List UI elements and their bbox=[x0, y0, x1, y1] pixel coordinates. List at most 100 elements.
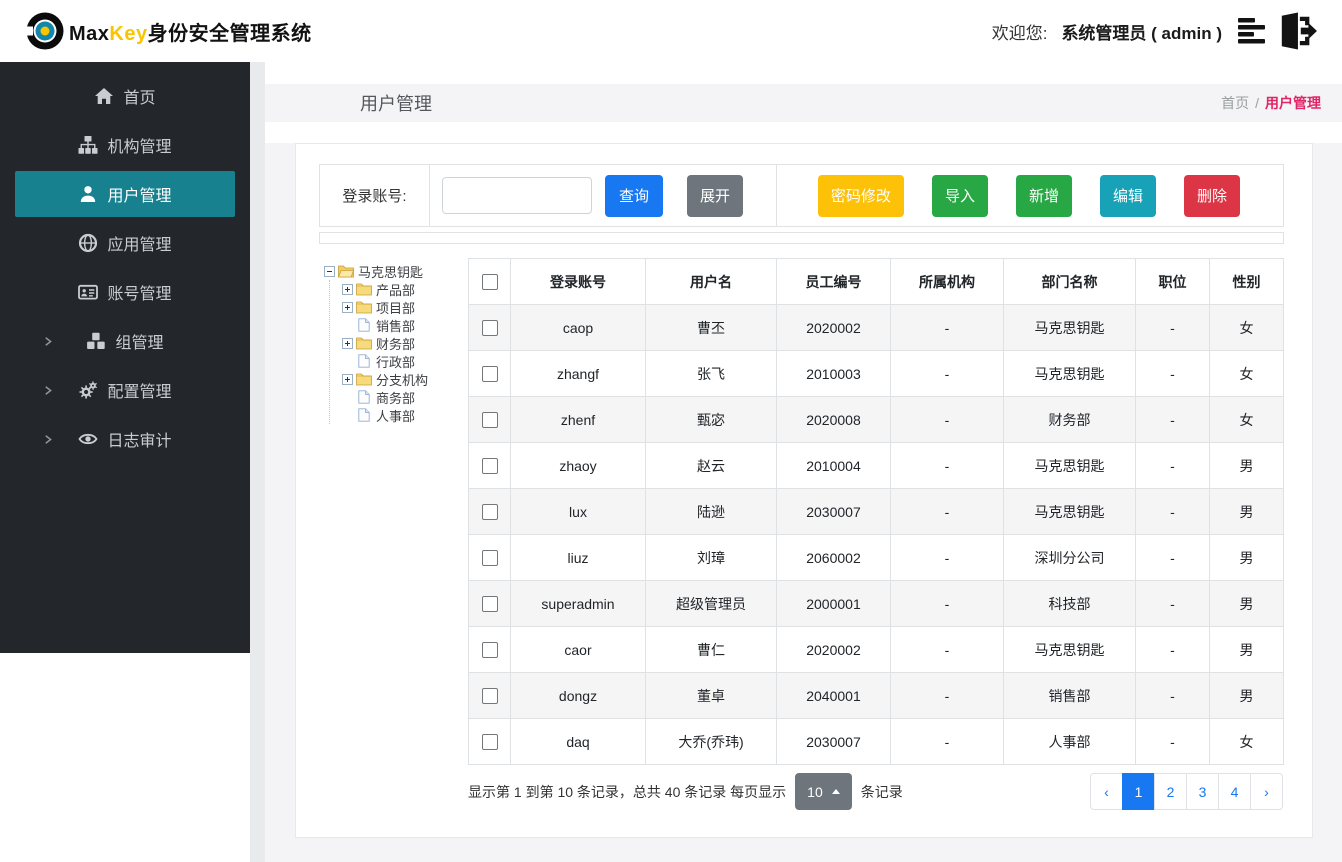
card-body: 马克思钥匙 产品部 项目部 销售部 财务部 行政部 分支机构 商务部 人事部 登录账号 用户名 员工… bbox=[319, 258, 1284, 810]
breadcrumb-current: 用户管理 bbox=[1265, 95, 1321, 111]
query-button[interactable]: 查询 bbox=[605, 174, 663, 217]
page-title-bar: 用户管理 首页 / 用户管理 bbox=[265, 84, 1342, 122]
table-cell: 陆逊 bbox=[645, 488, 777, 535]
tree-node[interactable]: 商务部 bbox=[342, 388, 468, 406]
logout-icon[interactable] bbox=[1276, 12, 1318, 50]
tree-expander-minus-icon[interactable] bbox=[324, 265, 335, 277]
page-button-3[interactable]: 3 bbox=[1186, 773, 1219, 810]
next-page-button[interactable]: › bbox=[1250, 773, 1283, 810]
tree-node[interactable]: 项目部 bbox=[342, 298, 468, 316]
table-row: zhaoy 赵云 2010004- 马克思钥匙 - 男 bbox=[468, 442, 1284, 489]
select-all-checkbox[interactable] bbox=[481, 274, 498, 291]
row-checkbox[interactable] bbox=[481, 320, 498, 337]
table-cell: 男 bbox=[1209, 672, 1284, 719]
table-cell: 甄宓 bbox=[645, 396, 777, 443]
content-gutter bbox=[250, 62, 265, 862]
breadcrumb-separator: / bbox=[1255, 95, 1259, 111]
globe-icon bbox=[78, 233, 98, 253]
import-button[interactable]: 导入 bbox=[931, 174, 988, 217]
sidebar-item-label: 首页 bbox=[123, 90, 156, 107]
tree-expander-plus-icon[interactable] bbox=[342, 301, 353, 313]
table-cell: 销售部 bbox=[1003, 672, 1136, 719]
tree-expander-plus-icon[interactable] bbox=[342, 373, 353, 385]
delete-button[interactable]: 删除 bbox=[1183, 174, 1240, 217]
row-checkbox[interactable] bbox=[481, 412, 498, 429]
sidebar-item-org[interactable]: 机构管理 bbox=[15, 122, 235, 168]
tree-node[interactable]: 财务部 bbox=[342, 334, 468, 352]
table-cell: - bbox=[890, 304, 1004, 351]
tree-node-label: 马克思钥匙 bbox=[358, 264, 424, 280]
row-checkbox[interactable] bbox=[481, 366, 498, 383]
collapsed-filter-strip bbox=[319, 232, 1284, 244]
table-cell: caop bbox=[510, 304, 646, 351]
tree-expander-plus-icon[interactable] bbox=[342, 283, 353, 295]
table-cell: 董卓 bbox=[645, 672, 777, 719]
sidebar-item-user[interactable]: 用户管理 bbox=[15, 171, 235, 217]
sidebar-item-app[interactable]: 应用管理 bbox=[15, 220, 235, 266]
pagination-summary-prefix: 显示第 1 到第 10 条记录，总共 40 条记录 每页显示 bbox=[468, 783, 787, 800]
sidebar-item-audit[interactable]: 日志审计 bbox=[15, 416, 235, 462]
row-select-cell bbox=[468, 580, 511, 627]
page-button-1[interactable]: 1 bbox=[1122, 773, 1155, 810]
expand-button[interactable]: 展开 bbox=[687, 174, 744, 217]
tree-node[interactable]: 行政部 bbox=[342, 352, 468, 370]
caret-up-icon bbox=[831, 789, 840, 794]
top-header: MaxKey身份安全管理系统 欢迎您: 系统管理员 ( admin ) bbox=[0, 0, 1342, 62]
table-cell: 刘璋 bbox=[645, 534, 777, 581]
tree-node-label: 行政部 bbox=[376, 354, 416, 370]
table-cell: 男 bbox=[1209, 488, 1284, 535]
tree-node[interactable]: 销售部 bbox=[342, 316, 468, 334]
row-checkbox[interactable] bbox=[481, 688, 498, 705]
row-select-cell bbox=[468, 718, 511, 765]
tree-node[interactable]: 人事部 bbox=[342, 406, 468, 424]
sidebar-item-config[interactable]: 配置管理 bbox=[15, 367, 235, 413]
search-input[interactable] bbox=[442, 177, 592, 214]
row-select-cell bbox=[468, 396, 511, 443]
page-size-value: 10 bbox=[807, 783, 823, 800]
tree-node[interactable]: 马克思钥匙 bbox=[324, 262, 468, 280]
table-cell: 财务部 bbox=[1003, 396, 1136, 443]
tree-expander-plus-icon[interactable] bbox=[342, 337, 353, 349]
row-checkbox[interactable] bbox=[481, 458, 498, 475]
row-checkbox[interactable] bbox=[481, 642, 498, 659]
cubes-icon bbox=[86, 331, 106, 351]
folder-open-icon bbox=[338, 264, 354, 278]
row-checkbox[interactable] bbox=[481, 504, 498, 521]
page-button-2[interactable]: 2 bbox=[1154, 773, 1187, 810]
add-button[interactable]: 新增 bbox=[1015, 174, 1072, 217]
file-icon bbox=[356, 318, 372, 332]
edit-button[interactable]: 编辑 bbox=[1099, 174, 1156, 217]
column-header: 职位 bbox=[1135, 258, 1210, 305]
sidebar-item-home[interactable]: 首页 bbox=[15, 73, 235, 119]
row-checkbox[interactable] bbox=[481, 734, 498, 751]
table-row: dongz 董卓 2040001- 销售部 - 男 bbox=[468, 672, 1284, 719]
table-cell: - bbox=[890, 626, 1004, 673]
tree-node[interactable]: 分支机构 bbox=[342, 370, 468, 388]
action-buttons: 密码修改 导入 新增 编辑 删除 bbox=[777, 165, 1283, 226]
tree-node[interactable]: 产品部 bbox=[342, 280, 468, 298]
table-row: caop 曹丕 2020002- 马克思钥匙 - 女 bbox=[468, 304, 1284, 351]
table-cell: zhangf bbox=[510, 350, 646, 397]
breadcrumb-home[interactable]: 首页 bbox=[1221, 93, 1249, 113]
page-button-4[interactable]: 4 bbox=[1218, 773, 1251, 810]
sidebar-item-group[interactable]: 组管理 bbox=[15, 318, 235, 364]
table-cell: 马克思钥匙 bbox=[1003, 442, 1136, 489]
table-cell: caor bbox=[510, 626, 646, 673]
folder-icon bbox=[356, 336, 372, 350]
chevron-right-icon bbox=[42, 335, 54, 347]
table-cell: 2040001 bbox=[776, 672, 891, 719]
row-checkbox[interactable] bbox=[481, 596, 498, 613]
folder-icon bbox=[356, 300, 372, 314]
table-cell: 超级管理员 bbox=[645, 580, 777, 627]
column-header: 部门名称 bbox=[1003, 258, 1136, 305]
header-actions bbox=[1238, 12, 1318, 50]
row-checkbox[interactable] bbox=[481, 550, 498, 567]
page-size-button[interactable]: 10 bbox=[795, 773, 852, 810]
table-cell: 女 bbox=[1209, 718, 1284, 765]
file-icon bbox=[356, 390, 372, 404]
sidebar-item-account[interactable]: 账号管理 bbox=[15, 269, 235, 315]
password-change-button[interactable]: 密码修改 bbox=[817, 174, 904, 217]
prev-page-button[interactable]: ‹ bbox=[1090, 773, 1123, 810]
menu-lines-icon[interactable] bbox=[1238, 16, 1268, 46]
user-name: 系统管理员 ( admin ) bbox=[1061, 23, 1222, 43]
